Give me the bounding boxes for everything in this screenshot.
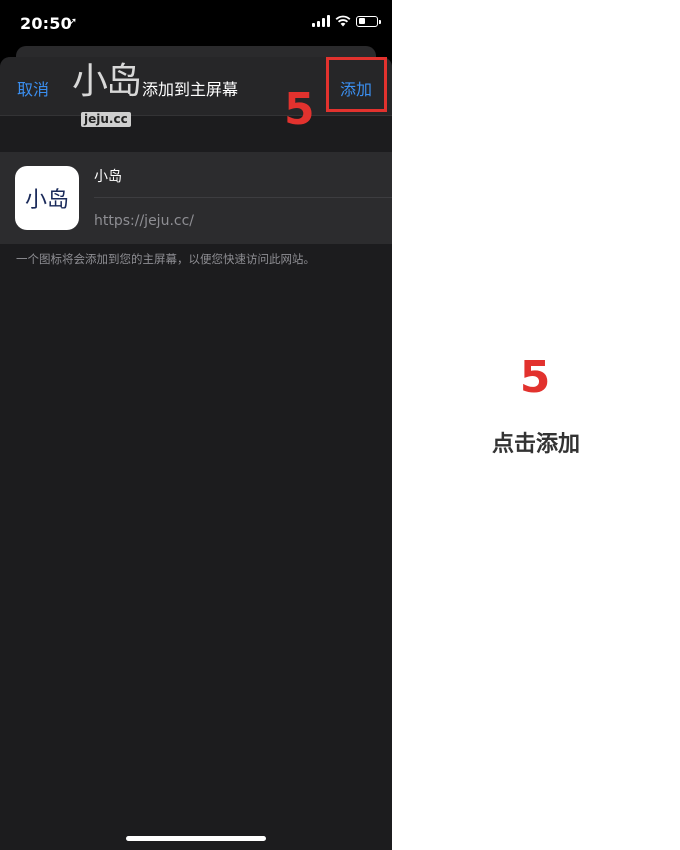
- home-indicator: [126, 836, 266, 841]
- watermark: 小岛 jeju.cc: [72, 64, 144, 132]
- step-number-marker: 5: [284, 84, 315, 135]
- step-number: 5: [519, 352, 551, 403]
- app-icon-text: 小岛: [24, 188, 69, 213]
- helper-text: 一个图标将会添加到您的主屏幕，以便您快速访问此网站。: [16, 252, 315, 266]
- watermark-url: jeju.cc: [81, 112, 131, 127]
- battery-icon: [356, 15, 381, 27]
- sheet-title: 添加到主屏幕: [142, 80, 239, 99]
- status-bar: 20:50 ➚: [0, 0, 392, 46]
- app-url: https://jeju.cc/: [94, 213, 195, 229]
- app-name-field[interactable]: 小岛: [94, 166, 122, 186]
- location-arrow-icon: ➚: [68, 15, 78, 28]
- divider: [94, 197, 392, 198]
- phone-screenshot: 20:50 ➚ 取消 添加到主屏幕 添加 小岛 小岛 https://jeju.…: [0, 0, 392, 850]
- status-time: 20:50: [20, 14, 72, 33]
- step-caption: 点击添加: [491, 432, 580, 457]
- app-icon: 小岛: [15, 166, 79, 230]
- add-to-home-sheet: 取消 添加到主屏幕 添加 小岛 小岛 https://jeju.cc/ 一个图标…: [0, 57, 392, 850]
- watermark-logo: 小岛: [72, 61, 142, 102]
- web-clip-card: 小岛 小岛 https://jeju.cc/: [0, 152, 392, 244]
- status-icons: [312, 15, 381, 27]
- add-button-highlight: [326, 57, 387, 112]
- wifi-icon: [335, 15, 351, 27]
- cellular-signal-icon: [312, 15, 330, 27]
- cancel-button[interactable]: 取消: [17, 76, 49, 100]
